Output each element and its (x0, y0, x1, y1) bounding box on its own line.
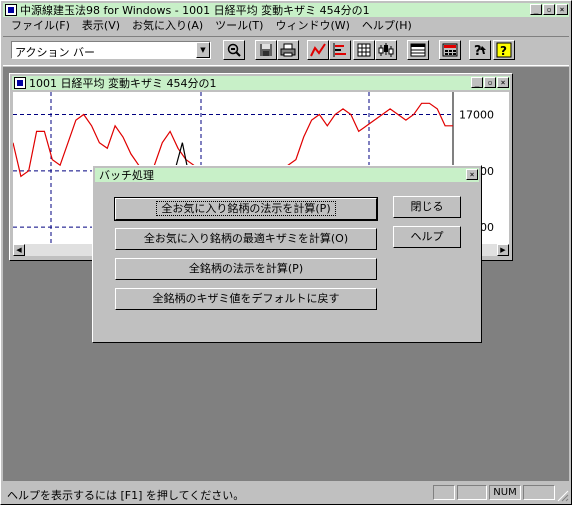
help-icon: ? (496, 42, 512, 58)
calc-all-hoshi-button[interactable]: 全銘柄の法示を計算(P) (115, 258, 377, 280)
menu-help[interactable]: ヘルプ(H) (356, 18, 418, 34)
chart-window-title: 1001 日経平均 変動キザミ 454分の1 (29, 77, 217, 90)
chart-window-icon[interactable] (14, 77, 26, 89)
app-title: 中源線建玉法98 for Windows - 1001 日経平均 変動キザミ 4… (20, 4, 370, 17)
calc-favorites-hoshi-button[interactable]: 全お気に入り銘柄の法示を計算(P) (114, 197, 378, 221)
candlestick-icon (378, 43, 394, 57)
print-icon (280, 43, 296, 57)
table-icon (410, 43, 426, 57)
minimize-button[interactable]: _ (530, 4, 542, 15)
status-panel-2 (457, 485, 487, 500)
main-window: 中源線建玉法98 for Windows - 1001 日経平均 変動キザミ 4… (0, 0, 572, 505)
status-bar: ヘルプを表示するには [F1] を押してください。 NUM (3, 484, 569, 502)
chart-close-button[interactable]: × (497, 77, 509, 88)
calc-favorites-kizami-button[interactable]: 全お気に入り銘柄の最適キザミを計算(O) (115, 228, 377, 250)
line-chart-button[interactable] (307, 40, 329, 60)
menu-tools[interactable]: ツール(T) (209, 18, 269, 34)
zoom-icon (227, 43, 241, 57)
toolbar: アクション バー ▼ ? ? (3, 36, 569, 66)
dialog-help-button[interactable]: ヘルプ (393, 226, 461, 248)
help-button-toolbar[interactable]: ? (493, 40, 515, 60)
help-query-icon: ? (474, 44, 486, 58)
action-bar-combo[interactable]: アクション バー ▼ (11, 41, 211, 59)
dialog-title: バッチ処理 (99, 169, 154, 182)
zoom-button[interactable] (223, 40, 245, 60)
calculator-button[interactable] (439, 40, 461, 60)
action-bar-combo-value: アクション バー (15, 46, 95, 59)
menu-file[interactable]: ファイル(F) (5, 18, 76, 34)
save-button[interactable] (255, 40, 277, 60)
scroll-right-icon[interactable]: ▶ (497, 244, 509, 256)
bar-chart-button[interactable] (329, 40, 351, 60)
chevron-down-icon[interactable]: ▼ (196, 42, 210, 58)
menu-favorites[interactable]: お気に入り(A) (126, 18, 209, 34)
y-tick-label: 17000 (459, 109, 494, 122)
table-button[interactable] (407, 40, 429, 60)
menu-window[interactable]: ウィンドウ(W) (269, 18, 355, 34)
batch-dialog: バッチ処理 × 全お気に入り銘柄の法示を計算(P) 全お気に入り銘柄の最適キザミ… (92, 165, 482, 343)
line-chart-icon (310, 43, 326, 57)
close-button[interactable]: × (556, 4, 568, 15)
app-icon[interactable] (5, 4, 17, 16)
calc-favorites-hoshi-label: 全お気に入り銘柄の法示を計算(P) (156, 201, 336, 216)
status-panel-4 (523, 485, 555, 500)
dialog-close-button[interactable]: 閉じる (393, 196, 461, 218)
candlestick-button[interactable] (375, 40, 397, 60)
menu-bar: ファイル(F) 表示(V) お気に入り(A) ツール(T) ウィンドウ(W) ヘ… (5, 18, 418, 34)
resize-grip-icon[interactable] (557, 490, 569, 502)
dialog-close-icon[interactable]: × (466, 169, 478, 180)
chart-restore-button[interactable]: ▫ (484, 77, 496, 88)
status-num: NUM (489, 485, 521, 500)
grid-button[interactable] (353, 40, 375, 60)
chart-window-title-bar[interactable]: 1001 日経平均 変動キザミ 454分の1 _ ▫ × (12, 76, 510, 90)
bar-chart-icon (333, 43, 346, 57)
scroll-left-icon[interactable]: ◀ (13, 244, 25, 256)
app-title-bar[interactable]: 中源線建玉法98 for Windows - 1001 日経平均 変動キザミ 4… (3, 3, 569, 17)
help-query-button[interactable]: ? (469, 40, 491, 60)
dialog-title-bar[interactable]: バッチ処理 × (95, 168, 479, 182)
chart-minimize-button[interactable]: _ (471, 77, 483, 88)
print-button[interactable] (277, 40, 299, 60)
svg-text:?: ? (474, 44, 482, 58)
status-panel-1 (433, 485, 455, 500)
menu-view[interactable]: 表示(V) (76, 18, 126, 34)
svg-text:?: ? (500, 44, 507, 58)
calculator-icon (442, 43, 458, 57)
restore-button[interactable]: ▫ (543, 4, 555, 15)
grid-icon (357, 43, 371, 57)
status-text: ヘルプを表示するには [F1] を押してください。 (7, 489, 245, 502)
save-icon (260, 44, 272, 56)
reset-kizami-button[interactable]: 全銘柄のキザミ値をデフォルトに戻す (115, 288, 377, 310)
